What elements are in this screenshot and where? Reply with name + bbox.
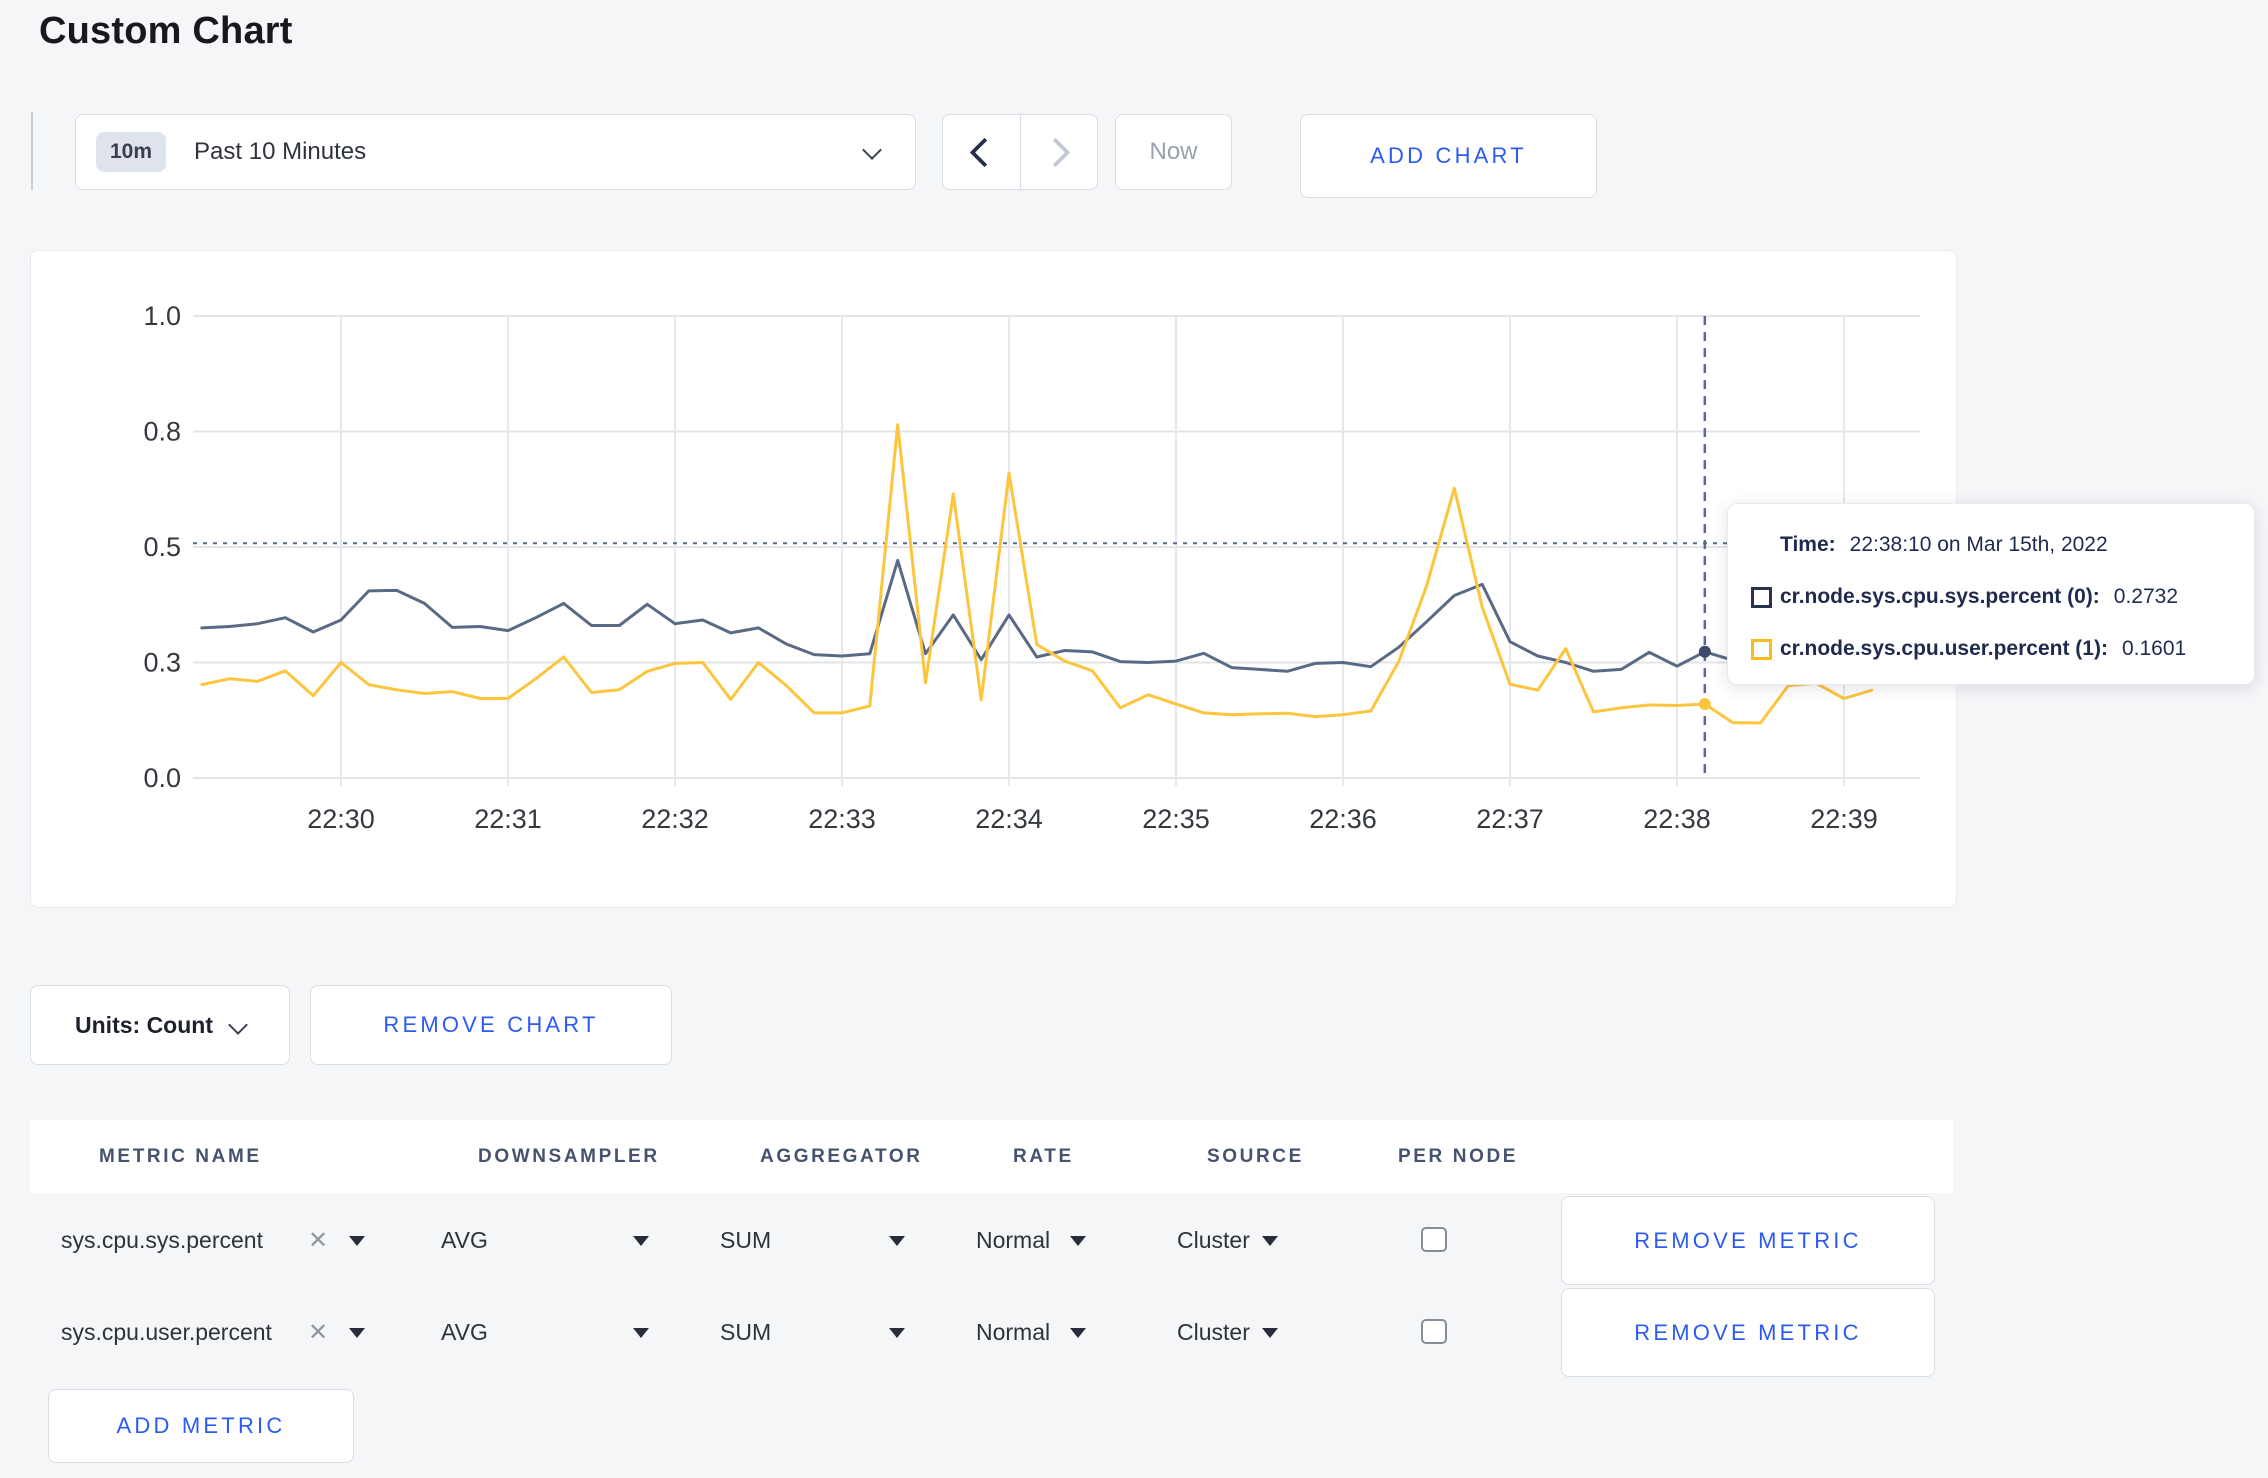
series-user-swatch-icon: [1751, 638, 1772, 660]
metrics-table-header: METRIC NAME DOWNSAMPLER AGGREGATOR RATE …: [30, 1120, 1953, 1193]
x-axis-tick-label: 22:31: [474, 804, 542, 834]
x-axis-tick-label: 22:37: [1476, 804, 1544, 834]
aggregator-caret[interactable]: [889, 1196, 905, 1285]
source-select[interactable]: Cluster: [1177, 1196, 1250, 1285]
caret-down-icon: [1070, 1327, 1086, 1338]
time-pager: [942, 114, 1098, 190]
tooltip-series-row: cr.node.sys.cpu.user.percent (1): 0.1601: [1728, 623, 2254, 675]
add-chart-button[interactable]: ADD CHART: [1300, 114, 1597, 198]
aggregator-select[interactable]: SUM: [720, 1288, 771, 1377]
y-axis-tick-label: 1.0: [143, 301, 181, 331]
cpu-usage-chart[interactable]: 0.0 0.3 0.5 0.8 1.0 22:30 22:31 22:32 22:33 22:34…: [31, 251, 1956, 907]
add-metric-button[interactable]: ADD METRIC: [48, 1389, 354, 1463]
caret-down-icon: [1262, 1235, 1278, 1246]
caret-down-icon: [1262, 1327, 1278, 1338]
series-line-user: [200, 423, 1874, 725]
caret-down-icon: [633, 1327, 649, 1338]
tooltip-series-row: cr.node.sys.cpu.sys.percent (0): 0.2732: [1728, 571, 2254, 623]
table-row: sys.cpu.sys.percent ✕ AVG SUM Normal Cluster R…: [0, 1196, 2268, 1285]
time-range-select[interactable]: 10m Past 10 Minutes: [75, 114, 916, 190]
caret-down-icon: [889, 1327, 905, 1338]
header-per-node: PER NODE: [1398, 1145, 1519, 1167]
time-range-badge: 10m: [96, 132, 167, 172]
rate-select[interactable]: Normal: [976, 1288, 1050, 1377]
y-axis-tick-label: 0.5: [143, 532, 181, 562]
header-metric-name: METRIC NAME: [99, 1145, 262, 1167]
now-button[interactable]: Now: [1115, 114, 1232, 190]
caret-down-icon: [1070, 1235, 1086, 1246]
rate-select[interactable]: Normal: [976, 1196, 1050, 1285]
rate-caret[interactable]: [1070, 1288, 1086, 1377]
aggregator-caret[interactable]: [889, 1288, 905, 1377]
tooltip-series-label: cr.node.sys.cpu.user.percent (1):: [1780, 637, 2108, 660]
chart-card: 0.0 0.3 0.5 0.8 1.0 22:30 22:31 22:32 22:33 22:34…: [30, 250, 1957, 908]
tooltip-series-value: 0.2732: [2113, 585, 2179, 608]
header-rate: RATE: [1013, 1145, 1074, 1167]
header-source: SOURCE: [1207, 1145, 1304, 1167]
source-caret[interactable]: [1262, 1196, 1278, 1285]
x-axis-tick-label: 22:33: [808, 804, 876, 834]
time-range-label: Past 10 Minutes: [194, 138, 367, 165]
tooltip-time-row: Time: 22:38:10 on Mar 15th, 2022: [1728, 519, 2254, 571]
chevron-right-icon: [1040, 137, 1071, 167]
downsampler-caret[interactable]: [633, 1196, 649, 1285]
downsampler-select[interactable]: AVG: [441, 1288, 488, 1377]
hover-point-sys: [1698, 645, 1711, 658]
table-row: sys.cpu.user.percent ✕ AVG SUM Normal Cluster…: [0, 1288, 2268, 1377]
remove-metric-x-icon[interactable]: ✕: [308, 1288, 328, 1377]
units-label: Units: Count: [75, 1011, 213, 1038]
chevron-left-icon: [969, 137, 1000, 167]
units-select[interactable]: Units: Count: [30, 985, 290, 1065]
per-node-checkbox[interactable]: [1421, 1227, 1447, 1252]
x-axis-tick-label: 22:36: [1309, 804, 1377, 834]
x-axis-tick-label: 22:32: [641, 804, 709, 834]
x-axis-tick-label: 22:38: [1643, 804, 1711, 834]
downsampler-select[interactable]: AVG: [441, 1196, 488, 1285]
metric-name-select[interactable]: sys.cpu.user.percent: [61, 1288, 272, 1377]
custom-chart-page: Custom Chart 10m Past 10 Minutes Now ADD…: [0, 0, 2268, 1478]
caret-down-icon: [349, 1235, 365, 1246]
page-title: Custom Chart: [39, 10, 293, 52]
hover-point-user: [1698, 698, 1711, 711]
series-sys-swatch-icon: [1751, 586, 1772, 608]
metric-name-select[interactable]: sys.cpu.sys.percent: [61, 1196, 263, 1285]
chevron-down-icon: [862, 140, 882, 160]
per-node-checkbox[interactable]: [1421, 1319, 1447, 1344]
y-axis-tick-label: 0.8: [143, 417, 181, 447]
metric-name-caret[interactable]: [349, 1288, 365, 1377]
x-axis-tick-label: 22:35: [1142, 804, 1210, 834]
y-axis-tick-label: 0.0: [143, 763, 181, 793]
remove-chart-button[interactable]: REMOVE CHART: [310, 985, 672, 1065]
caret-down-icon: [889, 1235, 905, 1246]
x-axis-tick-label: 22:39: [1810, 804, 1878, 834]
chart-tooltip: Time: 22:38:10 on Mar 15th, 2022 cr.node…: [1727, 503, 2255, 685]
caret-down-icon: [633, 1235, 649, 1246]
chevron-down-icon: [228, 1015, 248, 1035]
prev-time-button[interactable]: [943, 115, 1021, 189]
series-line-sys: [200, 558, 1874, 673]
remove-metric-button[interactable]: REMOVE METRIC: [1561, 1288, 1935, 1377]
x-axis-tick-label: 22:30: [307, 804, 375, 834]
caret-down-icon: [349, 1327, 365, 1338]
source-select[interactable]: Cluster: [1177, 1288, 1250, 1377]
remove-metric-button[interactable]: REMOVE METRIC: [1561, 1196, 1935, 1285]
tooltip-series-label: cr.node.sys.cpu.sys.percent (0):: [1780, 585, 2100, 608]
header-aggregator: AGGREGATOR: [760, 1145, 923, 1167]
x-axis-tick-label: 22:34: [975, 804, 1043, 834]
toolbar-divider: [31, 112, 33, 190]
remove-metric-x-icon[interactable]: ✕: [308, 1196, 328, 1285]
rate-caret[interactable]: [1070, 1196, 1086, 1285]
source-caret[interactable]: [1262, 1288, 1278, 1377]
aggregator-select[interactable]: SUM: [720, 1196, 771, 1285]
downsampler-caret[interactable]: [633, 1288, 649, 1377]
y-axis-tick-label: 0.3: [143, 648, 181, 678]
tooltip-series-value: 0.1601: [2121, 637, 2187, 660]
metric-name-caret[interactable]: [349, 1196, 365, 1285]
tooltip-time-label: Time:: [1780, 533, 1836, 556]
tooltip-time-value: 22:38:10 on Mar 15th, 2022: [1849, 533, 2108, 556]
header-downsampler: DOWNSAMPLER: [478, 1145, 660, 1167]
next-time-button[interactable]: [1021, 115, 1098, 189]
